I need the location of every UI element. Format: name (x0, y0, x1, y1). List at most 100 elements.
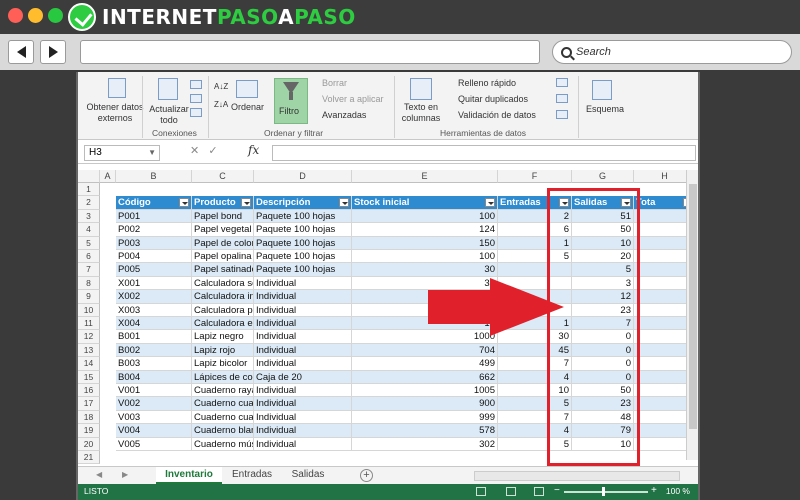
table-cell[interactable]: X001 (116, 276, 192, 291)
table-cell[interactable]: X003 (116, 303, 192, 317)
table-cell[interactable]: Individual (254, 303, 352, 317)
prev-sheet-icon[interactable]: ◀ (96, 470, 102, 479)
table-cell[interactable]: Papel satinado (192, 263, 254, 277)
table-cell[interactable]: 302 (352, 437, 498, 451)
connections-icon[interactable] (190, 80, 202, 89)
table-cell[interactable]: Paquete 100 hojas (254, 223, 352, 237)
table-cell[interactable]: 100 (352, 209, 498, 224)
table-cell[interactable]: Individual (254, 424, 352, 438)
table-cell[interactable]: Individual (254, 357, 352, 371)
row-header[interactable]: 1 (78, 183, 100, 197)
row-header[interactable]: 19 (78, 424, 100, 438)
table-header-cell[interactable]: Código (116, 196, 192, 210)
table-cell[interactable]: B003 (116, 357, 192, 371)
table-cell[interactable]: Cuaderno cuadro chico (192, 410, 254, 425)
table-cell[interactable]: 662 (352, 370, 498, 384)
row-header[interactable]: 18 (78, 410, 100, 425)
column-header-f[interactable]: F (498, 170, 572, 183)
table-cell[interactable]: P004 (116, 250, 192, 264)
table-cell[interactable]: B001 (116, 330, 192, 344)
table-cell[interactable]: 704 (352, 343, 498, 358)
table-cell[interactable]: V001 (116, 384, 192, 398)
row-header[interactable]: 4 (78, 223, 100, 237)
sort-button[interactable]: Ordenar (231, 102, 264, 112)
table-cell[interactable]: 578 (352, 424, 498, 438)
row-header[interactable]: 16 (78, 384, 100, 398)
table-cell[interactable]: Paquete 100 hojas (254, 236, 352, 250)
tab-salidas[interactable]: Salidas (282, 467, 334, 484)
row-header[interactable]: 8 (78, 276, 100, 291)
what-if-icon[interactable] (556, 94, 568, 103)
row-header[interactable]: 14 (78, 357, 100, 371)
table-cell[interactable]: 499 (352, 357, 498, 371)
table-cell[interactable]: 150 (352, 236, 498, 250)
next-sheet-icon[interactable]: ▶ (122, 470, 128, 479)
row-header[interactable]: 20 (78, 437, 100, 451)
page-break-icon[interactable] (534, 487, 544, 496)
insert-function-button[interactable]: fx (248, 143, 259, 157)
outline-button[interactable]: Esquema (586, 104, 624, 114)
sort-az-button[interactable]: A↓Z (214, 82, 228, 91)
row-header[interactable]: 2 (78, 196, 100, 210)
table-cell[interactable]: Papel bond (192, 209, 254, 224)
close-window-button[interactable] (8, 8, 23, 23)
table-cell[interactable]: 1000 (352, 330, 498, 344)
table-cell[interactable]: V002 (116, 397, 192, 411)
page-layout-icon[interactable] (506, 487, 516, 496)
table-cell[interactable]: Individual (254, 343, 352, 358)
forward-button[interactable] (40, 40, 66, 64)
filter-dropdown-icon[interactable] (179, 198, 189, 208)
column-header-a[interactable]: A (100, 170, 116, 183)
table-cell[interactable]: B002 (116, 343, 192, 358)
table-cell[interactable]: Papel vegetal (192, 223, 254, 237)
row-header[interactable]: 15 (78, 370, 100, 384)
row-header[interactable]: 13 (78, 343, 100, 358)
table-cell[interactable]: Individual (254, 384, 352, 398)
table-cell[interactable]: Individual (254, 410, 352, 425)
zoom-out-button[interactable]: − (554, 485, 560, 496)
table-cell[interactable]: Individual (254, 317, 352, 331)
address-bar[interactable] (80, 40, 540, 64)
column-header-b[interactable]: B (116, 170, 192, 183)
table-cell[interactable]: P001 (116, 209, 192, 224)
table-cell[interactable]: P003 (116, 236, 192, 250)
zoom-in-button[interactable]: + (651, 485, 657, 496)
table-cell[interactable]: Individual (254, 330, 352, 344)
properties-icon[interactable] (190, 94, 202, 103)
table-cell[interactable]: Calculadora especial (192, 317, 254, 331)
table-cell[interactable]: Individual (254, 437, 352, 451)
table-cell[interactable]: Individual (254, 397, 352, 411)
table-cell[interactable]: V003 (116, 410, 192, 425)
table-cell[interactable]: 30 (352, 276, 498, 291)
add-sheet-button[interactable]: + (360, 469, 373, 482)
zoom-slider-knob[interactable] (602, 487, 605, 496)
filter-dropdown-icon[interactable] (339, 198, 349, 208)
table-cell[interactable]: 900 (352, 397, 498, 411)
table-cell[interactable]: Calculadora sencilla (192, 276, 254, 291)
column-header-c[interactable]: C (192, 170, 254, 183)
advanced-filter-button[interactable]: Avanzadas (322, 110, 366, 120)
text-to-columns-button[interactable]: Texto en columnas (398, 102, 444, 124)
search-input[interactable]: Search (552, 40, 792, 64)
row-header[interactable]: 9 (78, 290, 100, 304)
minimize-window-button[interactable] (28, 8, 43, 23)
consolidate-icon[interactable] (556, 78, 568, 87)
name-box[interactable]: H3 ▼ (84, 145, 160, 161)
table-cell[interactable]: Calculadora infantil (192, 290, 254, 304)
table-cell[interactable]: Individual (254, 290, 352, 304)
table-cell[interactable]: X002 (116, 290, 192, 304)
maximize-window-button[interactable] (48, 8, 63, 23)
filter-dropdown-icon[interactable] (485, 198, 495, 208)
row-header[interactable]: 11 (78, 317, 100, 331)
clear-filter-button[interactable]: Borrar (322, 78, 347, 88)
row-header[interactable]: 10 (78, 303, 100, 317)
reapply-filter-button[interactable]: Volver a aplicar (322, 94, 384, 104)
zoom-slider[interactable] (564, 491, 648, 493)
table-header-cell[interactable]: Descripción (254, 196, 352, 210)
table-cell[interactable]: Cuaderno blanco (192, 424, 254, 438)
table-cell[interactable]: Lápices de colores (192, 370, 254, 384)
table-cell[interactable]: B004 (116, 370, 192, 384)
back-button[interactable] (8, 40, 34, 64)
row-header[interactable]: 12 (78, 330, 100, 344)
get-external-data-button[interactable]: Obtener datos externos (82, 102, 148, 124)
